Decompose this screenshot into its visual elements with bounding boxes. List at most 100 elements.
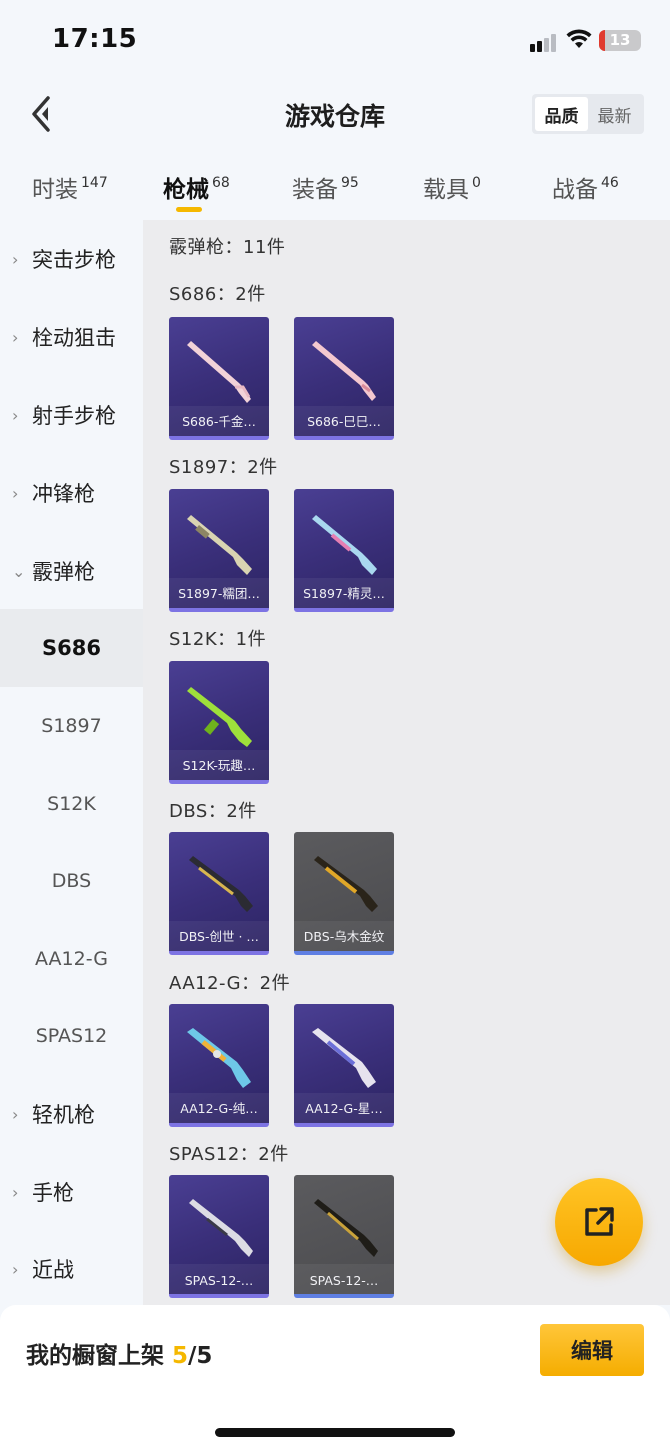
tab-count: 95 <box>341 175 359 191</box>
showcase-count-current: 5 <box>172 1343 189 1369</box>
weapon-card[interactable]: DBS-创世 · … <box>169 832 269 955</box>
sidebar-subitem-s12k[interactable]: S12K <box>0 765 143 843</box>
section-title: S686：2件 <box>169 284 266 305</box>
weapon-card[interactable]: SPAS-12-… <box>294 1175 394 1298</box>
weapon-name: S686-巳巳… <box>307 414 381 429</box>
status-time: 17:15 <box>52 24 138 54</box>
weapon-card[interactable]: SPAS-12-… <box>169 1175 269 1298</box>
section-title: S12K：1件 <box>169 629 267 650</box>
shotgun-skin-icon <box>314 1199 378 1257</box>
sidebar-item-label: 轻机枪 <box>32 1103 95 1127</box>
weapon-card[interactable]: AA12-G-星… <box>294 1004 394 1127</box>
tab-label: 枪械 <box>163 177 209 203</box>
shotgun-skin-icon <box>312 341 376 401</box>
sidebar-subitem-spas12[interactable]: SPAS12 <box>0 997 143 1075</box>
section-title: AA12-G：2件 <box>169 973 291 994</box>
weapon-card[interactable]: S1897-精灵… <box>294 489 394 612</box>
tab-count: 68 <box>212 175 230 191</box>
tab-equipment[interactable]: 装备 95 <box>292 170 359 204</box>
battery-level: 13 <box>609 31 631 49</box>
sidebar-item-marksman-rifle[interactable]: › 射手步枪 <box>0 376 143 454</box>
tab-vehicles[interactable]: 载具 0 <box>423 170 481 204</box>
category-count-header: 霰弹枪：11件 <box>169 237 286 258</box>
weapon-name: DBS-乌木金纹 <box>303 929 385 944</box>
sidebar-item-bolt-sniper[interactable]: › 栓动狙击 <box>0 298 143 376</box>
weapon-name: AA12-G-纯… <box>180 1101 258 1116</box>
top-navigation-bar: 游戏仓库 品质 最新 <box>0 88 670 140</box>
weapon-name: S12K-玩趣… <box>182 758 256 773</box>
shotgun-skin-icon <box>314 856 378 912</box>
chevron-right-icon: › <box>12 405 19 425</box>
sidebar-item-smg[interactable]: › 冲锋枪 <box>0 454 143 532</box>
shotgun-skin-icon <box>312 515 377 575</box>
weapon-name: S1897-糯团… <box>178 586 260 601</box>
sidebar-item-label: 手枪 <box>32 1181 74 1205</box>
chevron-right-icon: › <box>12 327 19 347</box>
weapon-card[interactable]: S686-巳巳… <box>294 317 394 440</box>
sidebar-item-assault-rifle[interactable]: › 突击步枪 <box>0 220 143 298</box>
sidebar-subitem-aa12g[interactable]: AA12-G <box>0 920 143 998</box>
weapon-name: DBS-创世 · … <box>179 929 259 944</box>
battery-icon: 13 <box>599 30 641 51</box>
sidebar-subitem-s686[interactable]: S686 <box>0 609 143 687</box>
tab-supplies[interactable]: 战备 46 <box>552 170 619 204</box>
sidebar-item-label: 突击步枪 <box>32 248 116 272</box>
sidebar-item-label: SPAS12 <box>35 1025 108 1047</box>
edit-button[interactable]: 编辑 <box>540 1324 644 1376</box>
shotgun-skin-icon <box>187 687 252 747</box>
tab-count: 46 <box>601 175 619 191</box>
weapon-card[interactable]: AA12-G-纯… <box>169 1004 269 1127</box>
tab-label: 载具 <box>423 177 469 203</box>
sidebar-item-melee[interactable]: › 近战 <box>0 1230 143 1308</box>
sidebar-item-label: AA12-G <box>35 948 108 970</box>
weapon-type-sidebar: › 突击步枪 › 栓动狙击 › 射手步枪 › 冲锋枪 ⌄ 霰弹枪 S686 S1897 S… <box>0 220 143 1305</box>
shotgun-skin-icon <box>187 1028 251 1088</box>
sidebar-item-label: DBS <box>51 870 92 892</box>
sidebar-subitem-s1897[interactable]: S1897 <box>0 687 143 765</box>
shotgun-skin-icon <box>187 341 251 403</box>
shotgun-skin-icon <box>189 1199 253 1257</box>
weapon-name: S686-千金… <box>182 414 256 429</box>
share-floating-button[interactable] <box>555 1178 643 1266</box>
sidebar-item-label: 近战 <box>32 1258 74 1282</box>
wifi-icon <box>566 29 592 48</box>
chevron-right-icon: › <box>12 483 19 503</box>
tab-outfits[interactable]: 时装 147 <box>32 170 108 204</box>
section-title: SPAS12：2件 <box>169 1144 289 1165</box>
showcase-status: 我的橱窗上架 5/5 <box>26 1336 212 1370</box>
weapon-card[interactable]: S12K-玩趣… <box>169 661 269 784</box>
tab-label: 时装 <box>32 177 78 203</box>
weapon-card[interactable]: S686-千金… <box>169 317 269 440</box>
section-title: DBS：2件 <box>169 801 257 822</box>
weapon-name: S1897-精灵… <box>303 586 385 601</box>
share-external-icon <box>585 1207 614 1236</box>
chevron-right-icon: › <box>12 1259 19 1279</box>
sidebar-item-lmg[interactable]: › 轻机枪 <box>0 1075 143 1153</box>
sidebar-item-label: S1897 <box>41 715 102 737</box>
shotgun-skin-icon <box>312 1028 376 1088</box>
cellular-signal-icon <box>530 34 558 52</box>
sidebar-item-label: S686 <box>42 636 101 660</box>
weapon-name: SPAS-12-… <box>184 1273 254 1288</box>
sidebar-item-label: 栓动狙击 <box>32 326 116 350</box>
category-tabs: 时装 147 枪械 68 装备 95 载具 0 战备 46 <box>0 160 670 220</box>
weapon-card[interactable]: S1897-糯团… <box>169 489 269 612</box>
sidebar-item-pistol[interactable]: › 手枪 <box>0 1153 143 1231</box>
sidebar-subitem-dbs[interactable]: DBS <box>0 842 143 920</box>
tab-count: 147 <box>81 175 108 191</box>
home-indicator[interactable] <box>215 1428 455 1437</box>
showcase-label: 我的橱窗上架 <box>26 1343 164 1369</box>
chevron-right-icon: › <box>12 1182 19 1202</box>
sidebar-item-shotgun[interactable]: ⌄ 霰弹枪 <box>0 532 143 610</box>
tab-label: 战备 <box>552 177 598 203</box>
weapon-card[interactable]: DBS-乌木金纹 <box>294 832 394 955</box>
section-title: S1897：2件 <box>169 457 278 478</box>
tab-label: 装备 <box>292 177 338 203</box>
sidebar-item-label: 冲锋枪 <box>32 482 95 506</box>
sort-option-latest[interactable]: 最新 <box>588 97 641 131</box>
sort-option-quality[interactable]: 品质 <box>535 97 588 131</box>
showcase-count-total: /5 <box>188 1343 213 1369</box>
tab-guns[interactable]: 枪械 68 <box>163 170 230 204</box>
sidebar-item-label: 射手步枪 <box>32 404 116 428</box>
active-tab-indicator <box>176 207 202 212</box>
